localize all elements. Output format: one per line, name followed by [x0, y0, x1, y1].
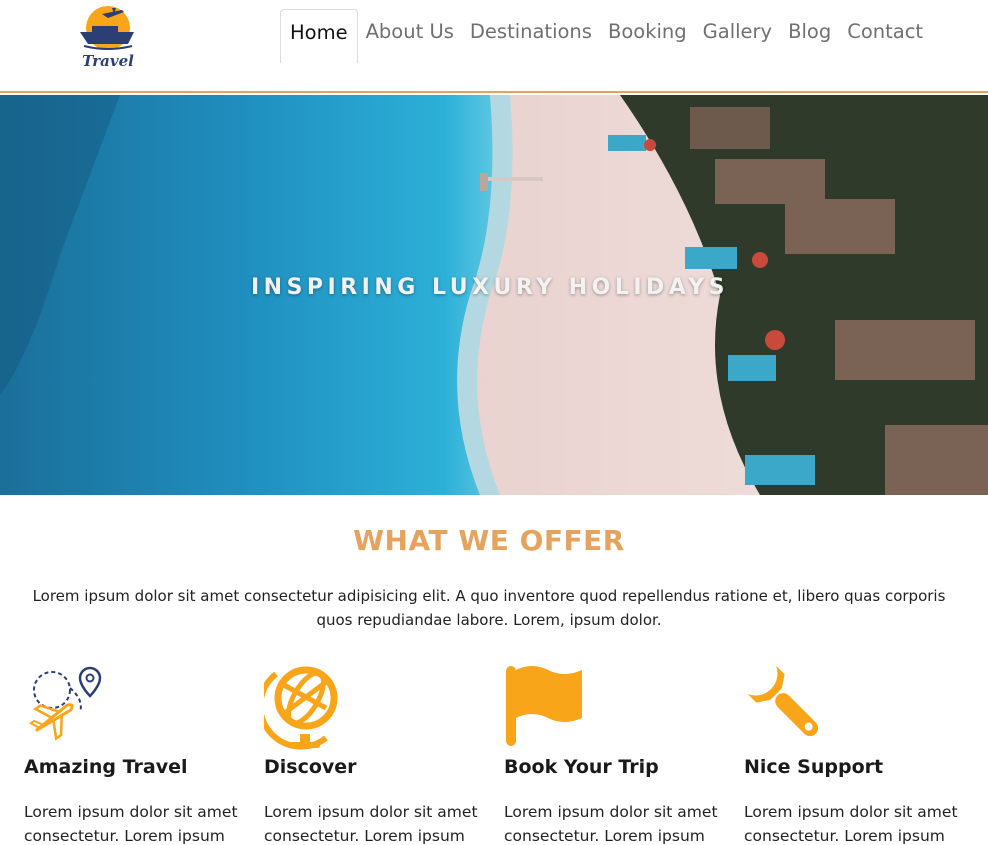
site-header: Travel Home About Us Destinations Bookin… [0, 0, 988, 93]
feature-text: Lorem ipsum dolor sit amet consectetur. … [504, 803, 718, 845]
nav-destinations[interactable]: Destinations [462, 9, 600, 63]
globe-icon [257, 660, 354, 750]
main-nav: Home About Us Destinations Booking Galle… [280, 9, 931, 63]
offer-title: WHAT WE OFFER [353, 524, 625, 557]
feature-title: Nice Support [744, 756, 884, 778]
feature-text: Lorem ipsum dolor sit amet consectetur. … [744, 803, 958, 845]
offer-description: Lorem ipsum dolor sit amet consectetur a… [32, 587, 946, 629]
feature-title: Amazing Travel [24, 756, 188, 778]
wrench-icon [744, 660, 834, 750]
feature-text: Lorem ipsum dolor sit amet consectetur. … [24, 803, 238, 845]
plane-route-icon [24, 660, 114, 750]
nav-about-us[interactable]: About Us [358, 9, 462, 63]
travel-logo[interactable]: Travel [78, 4, 138, 72]
hero-banner: INSPIRING LUXURY HOLIDAYS [0, 95, 988, 495]
nav-home[interactable]: Home [280, 9, 358, 63]
nav-booking[interactable]: Booking [600, 9, 695, 63]
nav-blog[interactable]: Blog [780, 9, 839, 63]
hero-headline: INSPIRING LUXURY HOLIDAYS [250, 275, 730, 300]
nav-gallery[interactable]: Gallery [695, 9, 780, 63]
nav-contact[interactable]: Contact [839, 9, 931, 63]
feature-title: Book Your Trip [504, 756, 659, 778]
svg-text:Travel: Travel [82, 52, 134, 70]
feature-text: Lorem ipsum dolor sit amet consectetur. … [264, 803, 478, 845]
feature-title: Discover [264, 756, 357, 778]
flag-icon [504, 660, 594, 750]
